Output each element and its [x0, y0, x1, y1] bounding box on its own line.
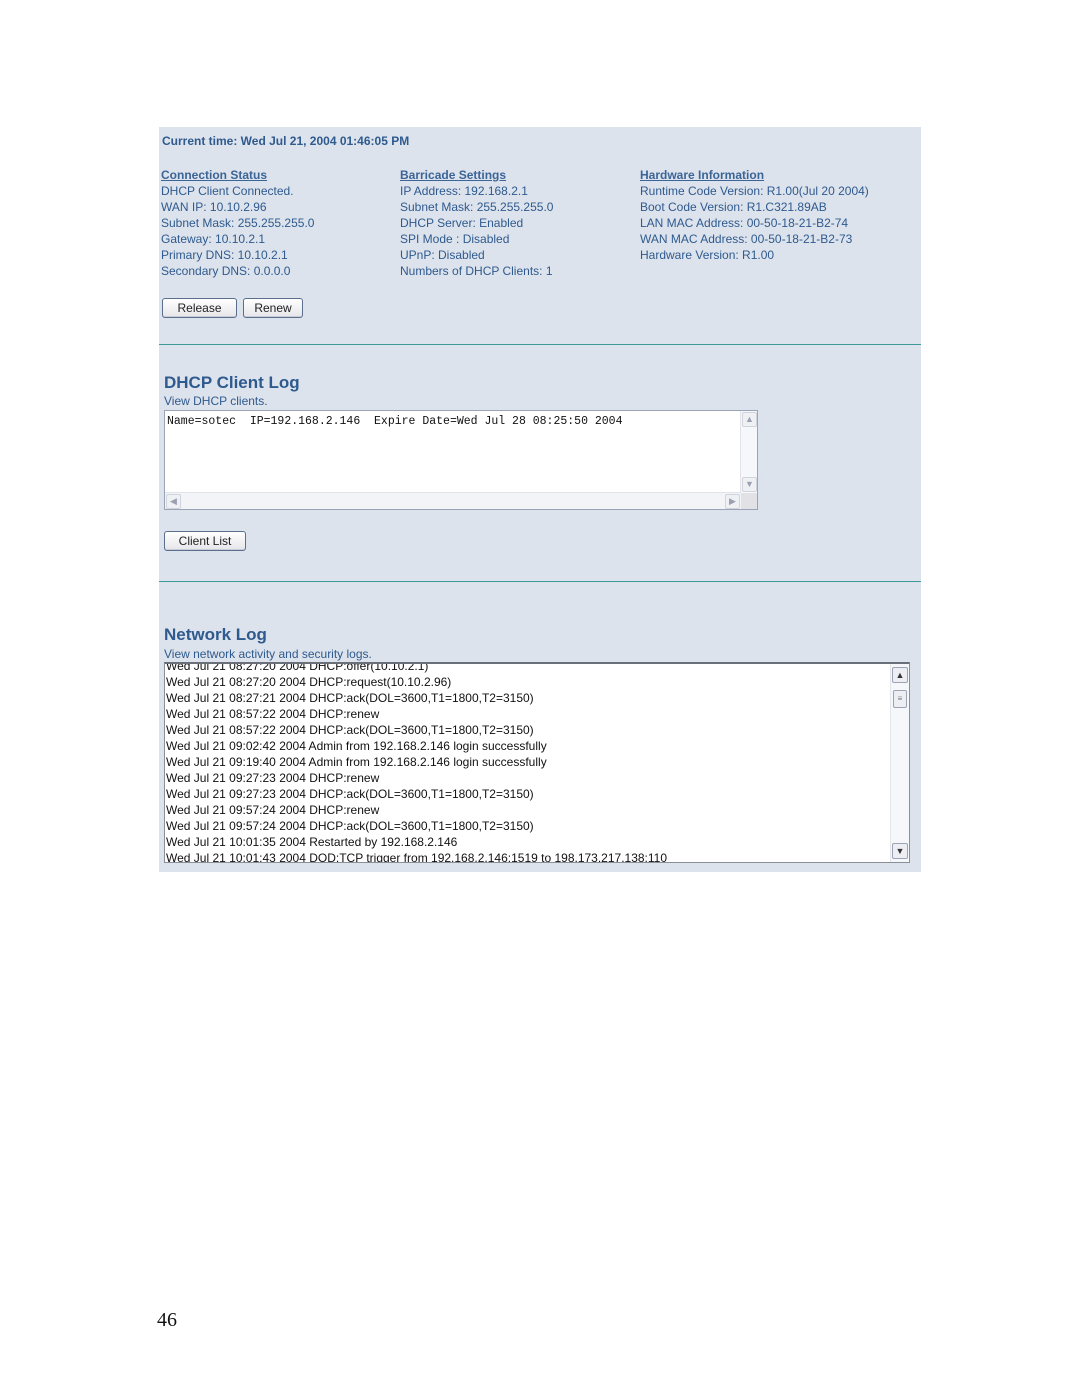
status-line: Subnet Mask: 255.255.255.0: [161, 216, 315, 230]
dhcp-client-log-subtitle: View DHCP clients.: [164, 394, 268, 408]
horizontal-scrollbar[interactable]: ◀ ▶: [165, 492, 741, 509]
network-log-textarea[interactable]: Wed Jul 21 08:27:20 2004 DHCP:offer(10.1…: [164, 662, 910, 863]
hardware-line: Hardware Version: R1.00: [640, 248, 775, 262]
setting-line: Subnet Mask: 255.255.255.0: [400, 200, 554, 214]
scroll-up-icon[interactable]: ▲: [892, 667, 908, 683]
setting-line: UPnP: Disabled: [400, 248, 485, 262]
network-log-title: Network Log: [164, 625, 267, 644]
connection-status-column: Connection Status DHCP Client Connected.…: [161, 167, 314, 279]
log-entry: Wed Jul 21 09:27:23 2004 DHCP:ack(DOL=36…: [166, 787, 534, 801]
network-log-entries: Wed Jul 21 08:27:20 2004 DHCP:offer(10.1…: [166, 662, 668, 863]
section-divider: [159, 344, 921, 345]
hardware-information-heading[interactable]: Hardware Information: [640, 167, 869, 183]
hardware-information-column: Hardware Information Runtime Code Versio…: [640, 167, 869, 263]
connection-status-heading[interactable]: Connection Status: [161, 167, 314, 183]
vertical-scrollbar[interactable]: ▲ ▼: [740, 411, 757, 493]
barricade-settings-column: Barricade Settings IP Address: 192.168.2…: [400, 167, 553, 279]
log-entry: Wed Jul 21 08:27:20 2004 DHCP:request(10…: [166, 675, 452, 689]
client-list-button[interactable]: Client List: [164, 531, 246, 551]
section-divider: [159, 581, 921, 582]
log-entry: Wed Jul 21 08:27:21 2004 DHCP:ack(DOL=36…: [166, 691, 534, 705]
setting-line: IP Address: 192.168.2.1: [400, 184, 528, 198]
vertical-scrollbar[interactable]: ▲ ≡ ▼: [890, 664, 909, 862]
release-button[interactable]: Release: [162, 298, 237, 318]
setting-line: DHCP Server: Enabled: [400, 216, 524, 230]
hardware-line: Runtime Code Version: R1.00(Jul 20 2004): [640, 184, 869, 198]
scrollbar-corner: [741, 493, 757, 509]
log-entry: Wed Jul 21 10:01:35 2004 Restarted by 19…: [166, 835, 458, 849]
dhcp-client-log-textarea[interactable]: Name=sotec IP=192.168.2.146 Expire Date=…: [164, 410, 758, 510]
scroll-down-icon[interactable]: ▼: [742, 477, 757, 492]
status-line: WAN IP: 10.10.2.96: [161, 200, 267, 214]
log-entry: Wed Jul 21 10:01:43 2004 DOD:TCP trigger…: [166, 851, 668, 863]
log-entry: Wed Jul 21 09:19:40 2004 Admin from 192.…: [166, 755, 547, 769]
barricade-settings-heading[interactable]: Barricade Settings: [400, 167, 553, 183]
log-entry: Wed Jul 21 08:57:22 2004 DHCP:ack(DOL=36…: [166, 723, 534, 737]
status-line: DHCP Client Connected.: [161, 184, 294, 198]
log-entry: Wed Jul 21 09:02:42 2004 Admin from 192.…: [166, 739, 547, 753]
log-entry: Wed Jul 21 09:27:23 2004 DHCP:renew: [166, 771, 380, 785]
dhcp-client-log-title: DHCP Client Log: [164, 373, 300, 392]
setting-line: Numbers of DHCP Clients: 1: [400, 264, 553, 278]
status-line: Gateway: 10.10.2.1: [161, 232, 266, 246]
network-log-subtitle: View network activity and security logs.: [164, 647, 372, 661]
page-number: 46: [157, 1309, 177, 1331]
scroll-down-icon[interactable]: ▼: [892, 843, 908, 859]
scroll-thumb[interactable]: ≡: [893, 690, 907, 708]
hardware-line: Boot Code Version: R1.C321.89AB: [640, 200, 827, 214]
log-entry: Wed Jul 21 08:27:20 2004 DHCP:offer(10.1…: [166, 662, 429, 673]
current-time: Current time: Wed Jul 21, 2004 01:46:05 …: [162, 134, 410, 148]
setting-line: SPI Mode : Disabled: [400, 232, 510, 246]
router-status-panel: Current time: Wed Jul 21, 2004 01:46:05 …: [159, 127, 921, 872]
status-line: Secondary DNS: 0.0.0.0: [161, 264, 291, 278]
scroll-up-icon[interactable]: ▲: [742, 412, 757, 427]
renew-button[interactable]: Renew: [243, 298, 303, 318]
dhcp-client-entry: Name=sotec IP=192.168.2.146 Expire Date=…: [167, 415, 623, 428]
scroll-left-icon[interactable]: ◀: [166, 494, 181, 509]
log-entry: Wed Jul 21 09:57:24 2004 DHCP:ack(DOL=36…: [166, 819, 534, 833]
hardware-line: LAN MAC Address: 00-50-18-21-B2-74: [640, 216, 849, 230]
hardware-line: WAN MAC Address: 00-50-18-21-B2-73: [640, 232, 853, 246]
log-entry: Wed Jul 21 09:57:24 2004 DHCP:renew: [166, 803, 380, 817]
status-line: Primary DNS: 10.10.2.1: [161, 248, 288, 262]
scroll-right-icon[interactable]: ▶: [725, 494, 740, 509]
log-entry: Wed Jul 21 08:57:22 2004 DHCP:renew: [166, 707, 380, 721]
